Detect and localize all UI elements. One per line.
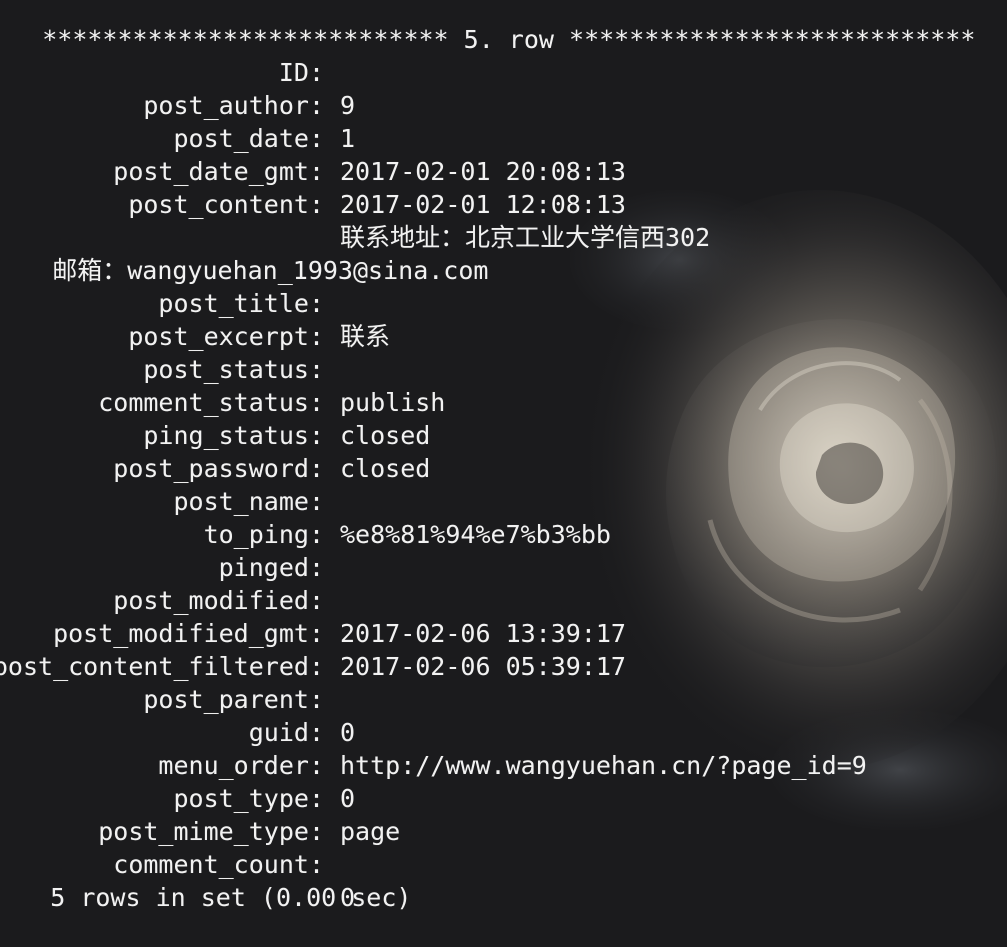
content-continuation: 邮箱：wangyuehan_1993@sina.com <box>0 221 488 285</box>
query-summary: 5 rows in set (0.00 sec) <box>0 848 411 912</box>
field-row-ping-status: ping_status: closed <box>0 386 1007 483</box>
row-header: *************************** 5. row *****… <box>0 0 975 54</box>
field-row-comment-count: comment_count: 0 <box>0 815 1007 912</box>
field-row-post-password: post_password: <box>0 419 1007 483</box>
field-row-menu-order: menu_order: 0 <box>0 716 1007 813</box>
field-row-post-author: post_author: 1 <box>0 56 1007 153</box>
field-row-post-modified-gmt: post_modified_gmt: 2017-02-06 05:39:17 <box>0 584 1007 681</box>
field-row-post-date: post_date: 2017-02-01 20:08:13 <box>0 89 1007 186</box>
terminal-output: *************************** 5. row *****… <box>0 0 1007 912</box>
field-row-post-excerpt: post_excerpt: <box>0 287 1007 351</box>
query-summary-text: 5 rows in set (0.00 sec) <box>50 883 412 912</box>
field-row-post-status: post_status: publish <box>0 320 1007 417</box>
field-value: 2017-02-01 12:08:13 <box>340 190 626 219</box>
field-row-post-name: post_name: %e8%81%94%e7%b3%bb <box>0 452 1007 549</box>
field-row-comment-status: comment_status: closed <box>0 353 1007 450</box>
field-name: post_content: <box>128 190 324 219</box>
field-row-post-type: post_type: page <box>0 749 1007 846</box>
field-row-to-ping: to_ping: <box>0 485 1007 549</box>
field-row-guid: guid: http://www.wangyuehan.cn/?page_id=… <box>0 683 1007 780</box>
field-row-post-content-filtered: post_content_filtered: <box>0 617 1007 681</box>
field-row-id: ID: 9 <box>0 23 1007 120</box>
field-row-post-title: post_title: 联系 <box>0 254 1007 351</box>
field-row-post-mime-type: post_mime_type: <box>0 782 1007 846</box>
field-name-text: post_content <box>128 190 309 219</box>
field-row-post-modified: post_modified: 2017-02-06 13:39:17 <box>0 551 1007 648</box>
field-row-post-parent: post_parent: 0 <box>0 650 1007 747</box>
field-row-post-content: post_content: 联系地址：北京工业大学信西302 <box>0 155 1007 252</box>
field-row-post-date-gmt: post_date_gmt: 2017-02-01 12:08:13 <box>0 122 1007 219</box>
field-row-pinged: pinged: <box>0 518 1007 582</box>
